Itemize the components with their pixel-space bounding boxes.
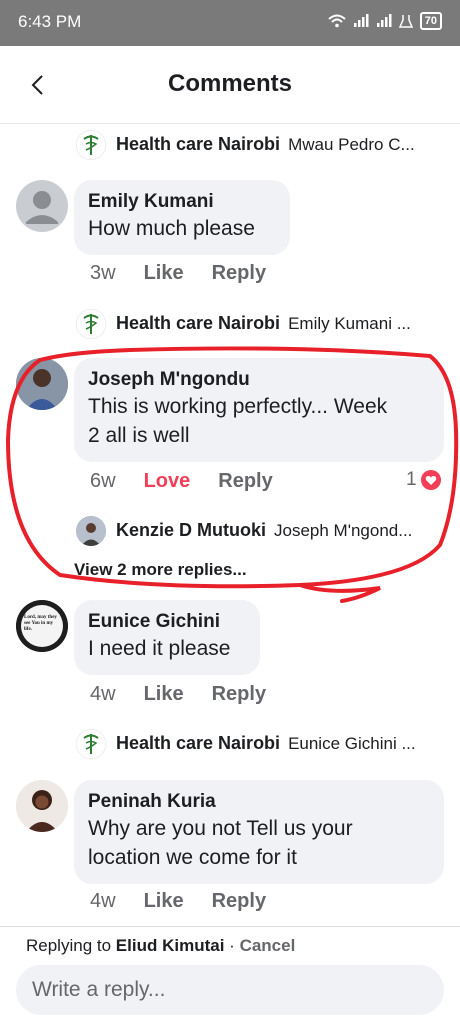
lab-flask-icon [398,15,413,28]
avatar-quote-text: Lord, may they see You in my life. [24,615,57,632]
reply-preview-text: Emily Kumani ... [288,313,411,333]
status-icons: 70 [328,12,442,30]
reply-author: Health care Nairobi [116,134,281,154]
comment-actions: 6w Love Reply [90,470,301,493]
comment-author[interactable]: Eunice Gichini [88,610,246,634]
comment-time: 3w [90,262,116,284]
signal-icon [353,14,369,27]
page-avatar[interactable] [76,729,106,759]
replying-prefix: Replying to [26,936,112,955]
comment-bubble[interactable]: Eunice Gichini I need it please [74,600,260,675]
reply-author: Health care Nairobi [116,733,281,753]
status-bar: 6:43 PM 70 [0,0,460,46]
comment-actions: 4w Like Reply [90,890,294,913]
comment-text: I need it please [88,637,231,660]
caduceus-logo-icon [76,729,106,759]
reply-composer: Replying to Eliud Kimutai · Cancel [0,926,460,1024]
header: Comments [0,46,460,124]
default-user-icon [26,191,58,224]
comment-actions: 3w Like Reply [90,262,294,285]
comment-text-line: 2 all is well [88,424,190,447]
cancel-reply-button[interactable]: Cancel [240,936,296,955]
page-title: Comments [167,70,293,97]
comment-text-line: Why are you not Tell us your [88,817,353,840]
user-photo-icon [76,516,106,546]
reply-preview[interactable]: Health care Nairobi Eunice Gichini ... [116,733,446,754]
reply-button[interactable]: Reply [212,262,266,285]
reaction-count: 1 [406,469,417,490]
caduceus-logo-icon [76,309,106,339]
separator: · [229,936,235,955]
page-avatar[interactable] [76,309,106,339]
reaction-summary[interactable]: 1 [406,469,441,491]
reply-preview-text: Mwau Pedro C... [288,134,415,154]
avatar[interactable] [76,516,106,546]
battery-icon: 70 [419,12,442,30]
reply-button[interactable]: Reply [218,470,272,493]
comment-actions: 4w Like Reply [90,683,294,706]
user-photo-icon [16,780,68,832]
reply-input[interactable] [16,965,444,1015]
comment-time: 4w [90,683,116,705]
wifi-icon [328,14,346,28]
reply-author: Kenzie D Mutuoki [116,520,267,540]
comment-text: How much please [88,217,255,240]
caduceus-logo-icon [76,130,106,160]
reply-author: Health care Nairobi [116,313,281,333]
reply-preview-text: Eunice Gichini ... [288,733,416,753]
replying-to-label: Replying to Eliud Kimutai · Cancel [26,936,295,956]
like-button[interactable]: Like [144,683,184,706]
comment-author[interactable]: Joseph M'ngondu [88,368,430,392]
status-time: 6:43 PM [18,12,82,31]
heart-reaction-icon [420,470,441,490]
comment-text-line: location we come for it [88,846,297,869]
comment-time: 6w [90,470,116,492]
love-button[interactable]: Love [144,470,191,493]
view-more-replies-link[interactable]: View 2 more replies... [74,560,247,580]
avatar[interactable]: Lord, may they see You in my life. [16,600,68,652]
reply-button[interactable]: Reply [212,683,266,706]
comment-author[interactable]: Peninah Kuria [88,790,430,814]
reply-button[interactable]: Reply [212,890,266,913]
like-button[interactable]: Like [144,262,184,285]
avatar[interactable] [16,180,68,232]
comment-bubble[interactable]: Joseph M'ngondu This is working perfectl… [74,358,444,462]
reply-preview[interactable]: Kenzie D Mutuoki Joseph M'ngond... [116,520,446,541]
comment-text-line: This is working perfectly... Week [88,395,388,418]
like-button[interactable]: Like [144,890,184,913]
comment-bubble[interactable]: Emily Kumani How much please [74,180,290,255]
reply-preview-text: Joseph M'ngond... [274,520,413,540]
avatar[interactable] [16,780,68,832]
comment-time: 4w [90,890,116,912]
comment-bubble[interactable]: Peninah Kuria Why are you not Tell us yo… [74,780,444,884]
reply-preview[interactable]: Health care Nairobi Emily Kumani ... [116,313,446,334]
signal-icon-2 [376,14,392,27]
user-photo-icon [16,358,68,410]
replying-to-name: Eliud Kimutai [115,936,225,955]
comment-author[interactable]: Emily Kumani [88,190,276,214]
avatar[interactable] [16,358,68,410]
reply-preview[interactable]: Health care Nairobi Mwau Pedro C... [116,134,446,155]
page-avatar[interactable] [76,130,106,160]
